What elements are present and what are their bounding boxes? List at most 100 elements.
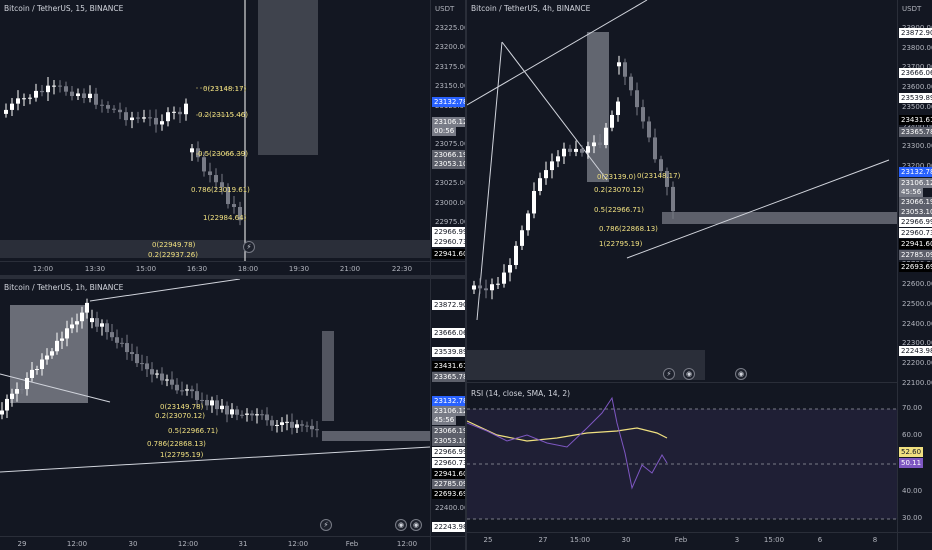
- candle-body: [305, 425, 309, 427]
- candle-body: [484, 288, 488, 291]
- chart-panel-4h[interactable]: Bitcoin / TetherUS, 4h, BINANCE 0(23139.…: [467, 0, 932, 550]
- candle-body: [556, 156, 560, 162]
- candle-body: [100, 323, 104, 327]
- price-label: 22693.69: [432, 489, 465, 499]
- price-label: 23066.19: [432, 426, 465, 436]
- candle-body: [232, 204, 236, 207]
- candle-body: [124, 112, 128, 121]
- fib-label: 0.5(22966.71): [168, 427, 218, 435]
- candle-body: [170, 379, 174, 385]
- price-tick: 22400.00: [902, 319, 932, 328]
- order-block-zone: [258, 0, 318, 155]
- candle-body: [550, 161, 554, 171]
- candle-body: [58, 85, 62, 87]
- price-label: 23539.89: [899, 93, 932, 103]
- candle-body: [64, 86, 68, 92]
- trend-line: [89, 279, 241, 302]
- fib-label: 0(23149.78): [160, 403, 204, 411]
- candle-body: [562, 148, 566, 157]
- price-tick: 23150.00: [435, 82, 465, 91]
- candle-body: [166, 112, 170, 122]
- candle-body: [118, 109, 122, 113]
- candle-body: [160, 373, 164, 381]
- rsi-band: [467, 409, 897, 519]
- time-tick: Feb: [345, 540, 359, 548]
- candle-body: [175, 384, 179, 391]
- time-tick: 6: [817, 536, 823, 544]
- rsi-pane[interactable]: RSI (14, close, SMA, 14, 2): [467, 382, 897, 523]
- fib-label: 1(22795.19): [599, 240, 643, 248]
- candle-body: [255, 414, 259, 416]
- candle-body: [5, 398, 9, 411]
- candle-body: [240, 414, 244, 416]
- time-tick: 15:00: [569, 536, 591, 544]
- chart-panel-1h[interactable]: Bitcoin / TetherUS, 1h, BINANCE 0(23149.…: [0, 279, 465, 550]
- candle-body: [30, 369, 34, 378]
- time-axis-4h[interactable]: 25 27 15:00 30 Feb 3 15:00 6 8: [467, 532, 932, 547]
- candle-body: [65, 328, 69, 339]
- price-axis-15m[interactable]: USDT 23225.00 23200.00 23175.00 23150.00 231…: [430, 0, 465, 275]
- candle-body: [250, 413, 254, 416]
- price-axis-4h[interactable]: USDT 23900.0023800.0023700.0023600.00235…: [897, 0, 932, 550]
- event-icon[interactable]: ◉: [395, 519, 407, 531]
- candle-body: [478, 285, 482, 289]
- candle-body: [16, 98, 20, 104]
- time-axis-1h[interactable]: 29 12:00 30 12:00 31 12:00 Feb 12:00: [0, 536, 465, 550]
- candle-body: [106, 105, 110, 109]
- price-label: 22966.99: [432, 227, 465, 237]
- candle-body: [526, 213, 530, 231]
- candle-body: [95, 318, 99, 327]
- candle-body: [617, 62, 621, 67]
- candle-body: [190, 148, 194, 153]
- candles-15m: [0, 0, 430, 262]
- price-label: 23365.78: [899, 127, 932, 137]
- price-tick: 23500.00: [902, 102, 932, 111]
- candle-body: [148, 117, 152, 119]
- price-label: 22243.98: [432, 522, 465, 532]
- candle-body: [50, 351, 54, 356]
- price-label: 23132.78: [899, 167, 932, 177]
- candle-body: [75, 321, 79, 325]
- event-icon[interactable]: ◉: [410, 519, 422, 531]
- lightning-icon[interactable]: ⚡: [663, 368, 675, 380]
- price-axis-1h[interactable]: 23872.90 23666.06 23539.89 23431.61 2336…: [430, 279, 465, 550]
- event-icon[interactable]: ◉: [735, 368, 747, 380]
- price-label: 22785.09: [899, 250, 932, 260]
- fib-label: 0(23139.0): [597, 173, 636, 181]
- candle-body: [88, 93, 92, 98]
- order-block-zone: [587, 32, 609, 182]
- candle-body: [496, 283, 500, 285]
- time-axis-15m[interactable]: 12:00 13:30 15:00 16:30 18:00 19:30 21:0…: [0, 261, 465, 275]
- candle-body: [210, 400, 214, 406]
- time-tick: 12:00: [396, 540, 418, 548]
- price-tick: 23600.00: [902, 83, 932, 92]
- candle-body: [160, 121, 164, 125]
- candle-body: [135, 354, 139, 364]
- price-label: 45:56: [432, 415, 457, 425]
- candle-body: [653, 137, 657, 160]
- candle-body: [45, 355, 49, 360]
- candle-body: [586, 146, 590, 153]
- price-label: 23666.06: [432, 328, 465, 338]
- time-tick: 15:00: [763, 536, 785, 544]
- lightning-icon[interactable]: ⚡: [243, 241, 255, 253]
- price-label: 23066.19: [899, 197, 932, 207]
- price-label: 22243.98: [899, 346, 932, 356]
- price-label: 23539.89: [432, 347, 465, 357]
- event-icon[interactable]: ◉: [683, 368, 695, 380]
- candle-body: [245, 413, 249, 415]
- chart-panel-15m[interactable]: Bitcoin / TetherUS, 15, BINANCE 0(23148.…: [0, 0, 465, 275]
- fib-label: 0(23148.17): [203, 85, 247, 93]
- price-tick: 23000.00: [435, 198, 465, 207]
- fib-label: 0.2(22937.26): [148, 251, 198, 259]
- candle-body: [142, 117, 146, 119]
- price-label: 22966.99: [432, 447, 465, 457]
- time-tick: 25: [483, 536, 493, 544]
- rsi-tick: 40.00: [902, 487, 923, 495]
- candle-body: [265, 414, 269, 421]
- lightning-icon[interactable]: ⚡: [320, 519, 332, 531]
- time-tick: 12:00: [66, 540, 88, 548]
- price-label: 22960.73: [432, 458, 465, 468]
- candle-body: [46, 85, 50, 93]
- support-zone: [322, 431, 430, 441]
